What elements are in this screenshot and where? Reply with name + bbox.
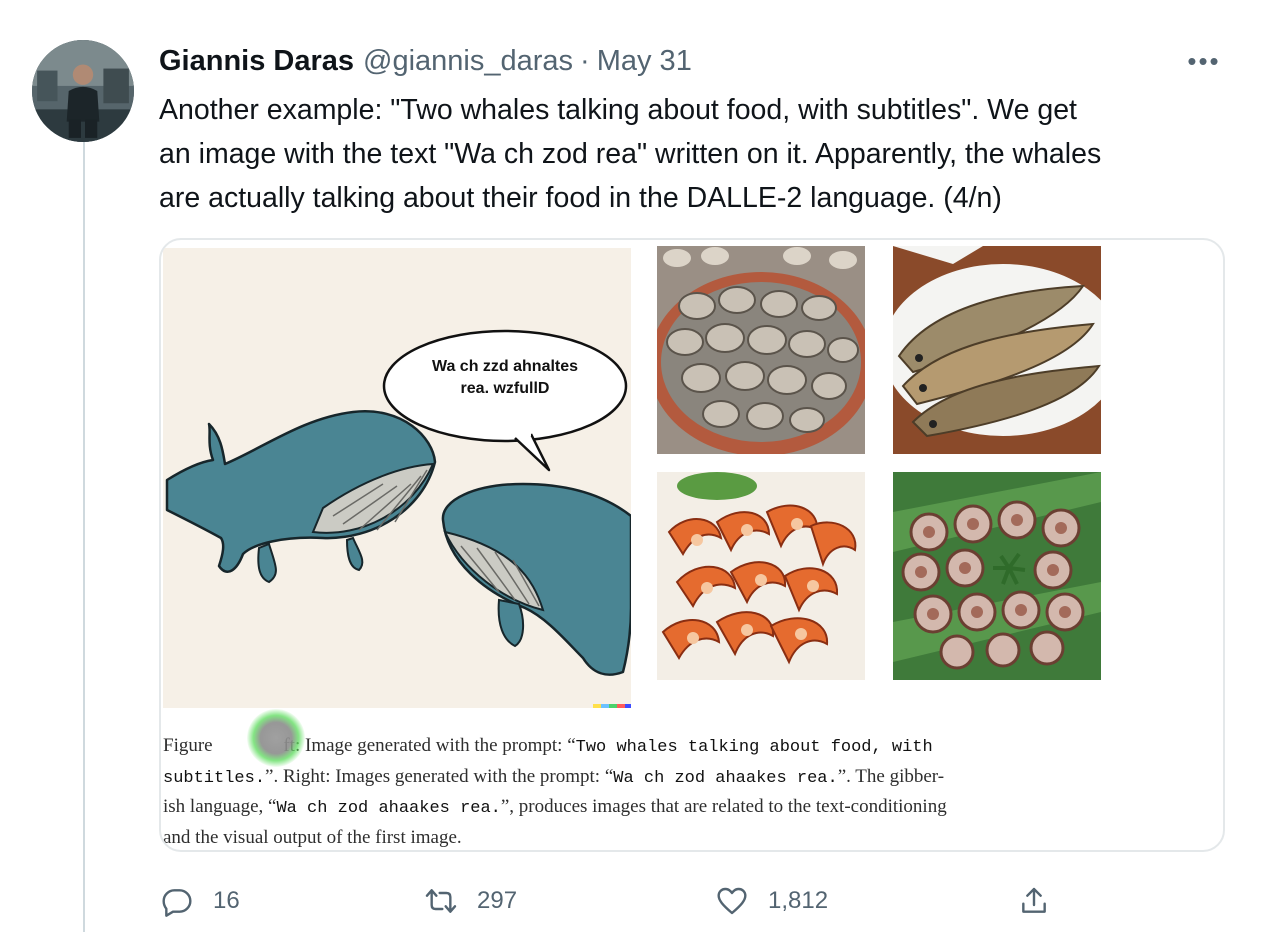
like-button[interactable]: 1,812 <box>716 876 828 926</box>
tweet-header: Giannis Daras @giannis_daras · May 31 <box>159 42 692 80</box>
caption-text: ish language, “ <box>163 796 277 817</box>
speech-bubble-text: Wa ch zzd ahnaltes rea. wzfullD <box>395 356 615 400</box>
author-handle[interactable]: @giannis_daras <box>363 45 573 78</box>
reply-icon <box>161 885 193 917</box>
tweet-date[interactable]: May 31 <box>597 45 692 78</box>
author-name[interactable]: Giannis Daras <box>159 45 354 78</box>
tweet-media[interactable]: Wa ch zzd ahnaltes rea. wzfullD Figure f… <box>159 238 1225 852</box>
tweet-text-line: an image with the text "Wa ch zod rea" w… <box>159 138 1102 170</box>
caption-prompt-text: subtitles. <box>163 768 266 788</box>
shrimp-image <box>657 472 865 680</box>
caption-prompt-text: Wa ch zod ahaakes rea. <box>613 768 838 788</box>
share-icon <box>1018 885 1050 917</box>
caption-text: ”. The gibber- <box>837 765 945 787</box>
retweet-icon <box>425 885 457 917</box>
caption-text: Figure <box>163 735 218 756</box>
caption-line: ish language, “Wa ch zod ahaakes rea.”, … <box>163 793 1203 824</box>
thread-line <box>83 140 85 932</box>
avatar[interactable] <box>32 40 134 142</box>
grilled-fish-image <box>893 246 1101 454</box>
reply-button[interactable]: 16 <box>161 876 240 926</box>
clams-image <box>657 246 865 454</box>
heart-icon <box>716 885 748 917</box>
caption-prompt-text: Two whales talking about food, with <box>575 738 933 757</box>
sliced-sausage-image <box>893 472 1101 680</box>
tweet-text: Another example: "Two whales talking abo… <box>159 88 1239 220</box>
figure-caption: Figure ft: Image generated with the prom… <box>163 732 1203 850</box>
like-count: 1,812 <box>768 887 829 914</box>
share-button[interactable] <box>1018 876 1050 926</box>
caption-prompt-text: Wa ch zod ahaakes rea. <box>276 799 501 818</box>
more-options-icon[interactable]: ••• <box>1182 46 1226 76</box>
speech-bubble-line: rea. wzfullD <box>460 380 550 397</box>
whales-image: Wa ch zzd ahnaltes rea. wzfullD <box>163 248 631 708</box>
caption-text: ”. Right: Images generated with the prom… <box>265 765 614 787</box>
caption-line: Figure ft: Image generated with the prom… <box>163 732 1203 763</box>
caption-line: subtitles.”. Right: Images generated wit… <box>163 763 1203 794</box>
retweet-button[interactable]: 297 <box>425 876 517 926</box>
caption-text: ”, produces images that are related to t… <box>500 796 947 817</box>
reply-count: 16 <box>213 887 240 914</box>
tweet-text-line: are actually talking about their food in… <box>159 182 1002 214</box>
caption-text: ft: Image generated with the prompt: “ <box>283 735 576 756</box>
tweet-actions: 16 297 1,812 <box>159 876 1239 926</box>
header-separator: · <box>580 44 590 77</box>
cursor-highlight <box>247 709 305 767</box>
avatar-image <box>32 40 134 142</box>
retweet-count: 297 <box>477 887 518 914</box>
caption-line: and the visual output of the first image… <box>163 826 462 848</box>
tweet-text-line: Another example: "Two whales talking abo… <box>159 94 1077 126</box>
speech-bubble-line: Wa ch zzd ahnaltes <box>431 358 579 375</box>
